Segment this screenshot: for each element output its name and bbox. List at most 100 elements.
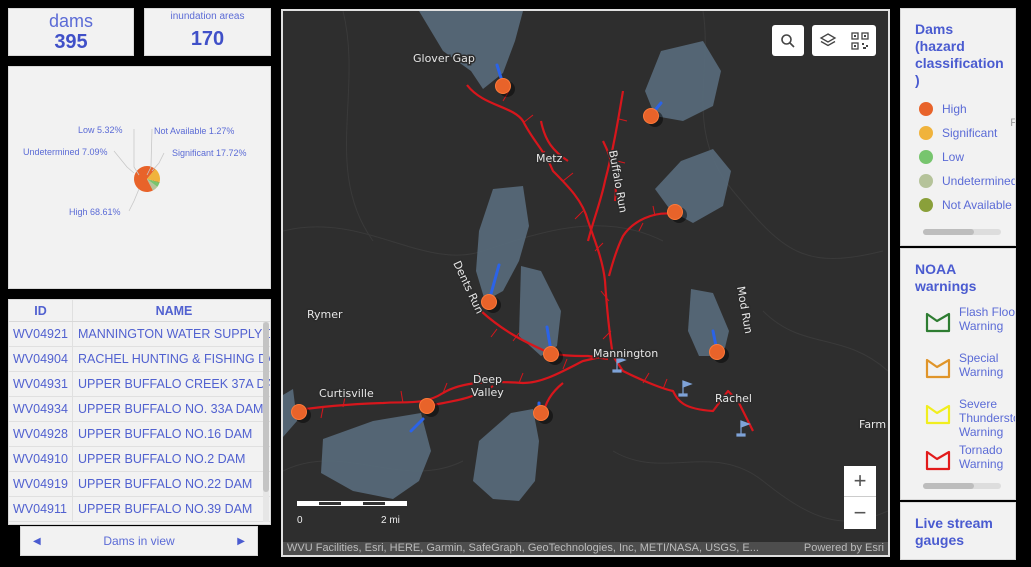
inundation-area[interactable] [688,289,729,356]
inundation-count-card: inundation areas 170 [144,8,271,56]
map-search-button[interactable] [772,25,804,56]
warning-line1: Tornado [959,443,1003,457]
table-header-name[interactable]: NAME [73,304,270,318]
noaa-legend-title: NOAA warnings [915,261,977,294]
dam-class-legend-item: Significant [912,121,1015,145]
dam-marker[interactable] [419,398,435,414]
dam-marker[interactable] [643,108,659,124]
inundation-area[interactable] [419,11,523,89]
table-row[interactable]: WV04928 UPPER BUFFALO NO.16 DAM [9,422,270,447]
dam-class-swatch-icon [919,102,933,116]
warning-line2: Warning [959,457,1004,471]
map-label-buffalo-run: Buffalo Run [606,149,630,214]
table-row[interactable]: WV04934 UPPER BUFFALO NO. 33A DAM [9,397,270,422]
layers-icon[interactable] [819,32,837,50]
dam-class-swatch-icon [919,126,933,140]
dams-legend-title: Dams (hazard classification ) [915,21,1004,88]
pie-label-low: Low 5.32% [78,125,123,135]
dam-class-swatch-icon [919,198,933,212]
pie-label-not-available: Not Available 1.27% [154,126,234,136]
map-view[interactable]: Glover Gap Metz Rymer Mannington Curtisv… [281,9,890,557]
zoom-in-button[interactable]: + [844,466,876,497]
pager-prev-icon[interactable]: ◀ [33,536,41,547]
warning-polygon-icon [925,312,951,333]
dam-marker[interactable] [667,204,683,220]
warning-line1: Special [959,351,999,365]
table-cell-id: WV04919 [9,472,73,496]
noaa-legend-scrollbar[interactable] [923,483,1001,489]
dams-count-card: dams 395 [8,8,134,56]
stream-gauge-icon[interactable] [678,380,693,397]
dams-legend-scrollbar[interactable] [923,229,1001,235]
scale-start: 0 [297,515,303,526]
table-row[interactable]: WV04919 UPPER BUFFALO NO.22 DAM [9,472,270,497]
map-label-farm: Farm [859,418,886,431]
inundation-area[interactable] [473,409,539,501]
search-icon [781,33,795,48]
table-cell-name: UPPER BUFFALO NO.22 DAM [78,477,253,491]
pager-next-icon[interactable]: ▶ [237,536,245,547]
hazard-pie-card: Low 5.32% Not Available 1.27% Undetermin… [8,66,271,289]
dam-class-label: Undetermined [942,174,1015,188]
warning-legend-item: Special Warning [919,351,1015,397]
table-row[interactable]: WV04931 UPPER BUFFALO CREEK 37A DAM [9,372,270,397]
table-cell-id: WV04911 [9,497,73,521]
dam-class-label: Low [942,150,965,164]
zoom-out-button[interactable]: − [844,497,876,528]
noaa-legend-card: NOAA warnings Flash Flood Warning Specia… [900,248,1016,500]
inundation-area[interactable] [655,149,731,223]
map-widget-group [812,25,876,56]
table-cell-id: WV04921 [9,322,73,346]
pie-label-undetermined: Undetermined 7.09% [23,147,108,157]
hazard-pie-chart: Low 5.32% Not Available 1.27% Undetermin… [23,125,247,217]
dam-marker[interactable] [495,78,511,94]
pager-label: Dams in view [103,534,175,548]
zoom-controls: + − [844,466,876,529]
stream-gauge-icon[interactable] [736,420,751,437]
pie-label-significant: Significant 17.72% [172,148,247,158]
dam-class-swatch-icon [919,150,933,164]
warning-line3: Warning [959,425,1004,439]
qr-code-icon[interactable] [851,31,869,50]
dam-class-legend-item: High [912,97,1015,121]
table-cell-id: WV04904 [9,347,73,371]
dam-class-label: Not Available [942,198,1012,212]
map-canvas[interactable]: Glover Gap Metz Rymer Mannington Curtisv… [283,11,888,555]
table-scrollbar[interactable] [263,322,269,522]
table-header-id[interactable]: ID [9,300,73,321]
map-label-mannington: Mannington [593,347,658,360]
dams-legend-card: Dams (hazard classification ) High Signi… [900,8,1016,246]
table-row[interactable]: WV04904 RACHEL HUNTING & FISHING DAM [9,347,270,372]
dam-marker[interactable] [543,346,559,362]
attribution-text: WVU Facilities, Esri, HERE, Garmin, Safe… [287,542,759,554]
table-cell-name: RACHEL HUNTING & FISHING DAM [78,352,270,366]
map-label-glover-gap: Glover Gap [413,52,475,65]
stream-gauges-title: Live stream gauges [915,515,993,548]
table-row[interactable]: WV04910 UPPER BUFFALO NO.2 DAM [9,447,270,472]
dam-marker[interactable] [709,344,725,360]
dams-pager: ◀ Dams in view ▶ [20,526,258,556]
dams-table: ID NAME WV04921 MANNINGTON WATER SUPPLY … [8,299,271,525]
dam-class-label: High [942,102,967,116]
dam-class-legend-item: Low [912,145,1015,169]
dam-marker[interactable] [533,405,549,421]
table-row[interactable]: WV04911 UPPER BUFFALO NO.39 DAM [9,497,270,522]
map-label-rachel: Rachel [715,392,752,405]
table-cell-name: UPPER BUFFALO NO.2 DAM [78,452,246,466]
map-label-deep-valley-2: Valley [471,386,504,399]
scale-end: 2 mi [381,515,400,526]
table-cell-name: UPPER BUFFALO CREEK 37A DAM [78,377,270,391]
warning-polygon-icon [925,358,951,379]
warning-line1: Flash Flood [959,305,1015,319]
table-row[interactable]: WV04921 MANNINGTON WATER SUPPLY DAM [9,322,270,347]
table-cell-name: UPPER BUFFALO NO.16 DAM [78,427,253,441]
dam-marker[interactable] [291,404,307,420]
map-label-mod-run: Mod Run [734,285,755,334]
warning-polygon-icon [925,450,951,471]
warning-polygon-icon [925,404,951,425]
pie-label-high: High 68.61% [69,207,121,217]
table-cell-id: WV04910 [9,447,73,471]
powered-by-esri[interactable]: Powered by Esri [804,542,884,555]
table-cell-id: WV04928 [9,422,73,446]
stream-gauges-legend-card: Live stream gauges [900,502,1016,560]
